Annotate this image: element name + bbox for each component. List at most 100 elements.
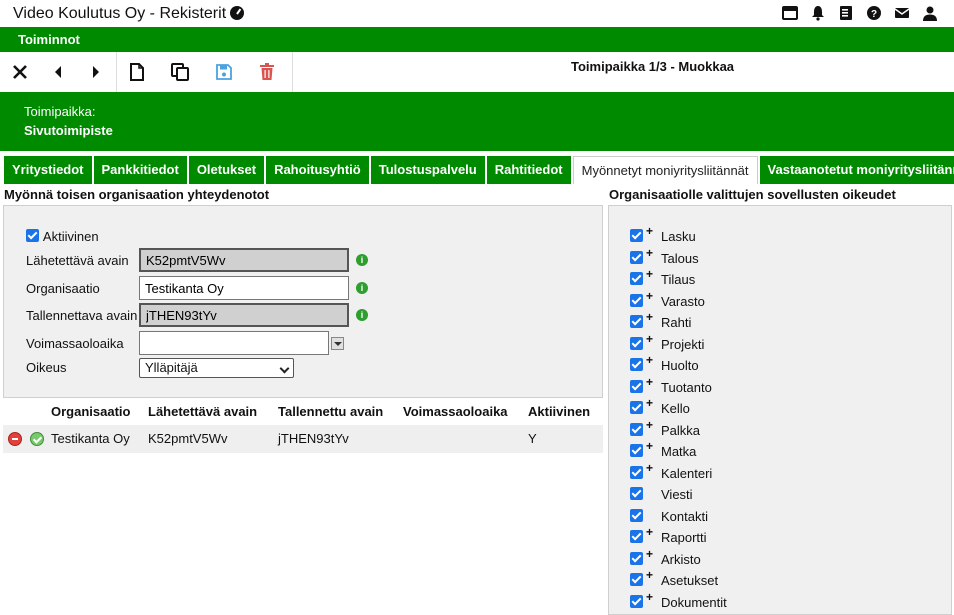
delete-button[interactable] xyxy=(251,52,283,92)
column-header[interactable]: Voimassaoloaika xyxy=(403,404,508,419)
organisation-field[interactable] xyxy=(139,276,349,300)
send-key-label: Lähetettävä avain xyxy=(26,253,129,268)
send-key-info-icon[interactable]: i xyxy=(356,254,368,266)
right-item-raportti[interactable]: + Raportti xyxy=(630,525,830,546)
right-item-lasku[interactable]: + Lasku xyxy=(630,224,830,245)
right-label: Dokumentit xyxy=(661,594,727,610)
plus-icon[interactable]: + xyxy=(646,568,653,582)
previous-button[interactable] xyxy=(42,52,74,92)
plus-icon[interactable]: + xyxy=(646,375,653,389)
close-button[interactable] xyxy=(4,52,36,92)
right-checkbox[interactable] xyxy=(630,250,643,264)
tab-vastaanotetut-moniyritysliitannat[interactable]: Vastaanotetut moniyritysliitännät xyxy=(759,156,954,184)
active-checkbox-box[interactable] xyxy=(26,229,39,242)
tab-pankkitiedot[interactable]: Pankkitiedot xyxy=(93,156,187,184)
tab-rahtitiedot[interactable]: Rahtitiedot xyxy=(486,156,571,184)
right-checkbox[interactable] xyxy=(630,594,643,608)
bell-icon[interactable] xyxy=(810,5,826,21)
right-checkbox[interactable] xyxy=(630,358,643,371)
window-icon[interactable] xyxy=(782,5,798,21)
plus-icon[interactable]: + xyxy=(646,224,653,238)
right-item-asetukset[interactable]: + Asetukset xyxy=(630,568,830,589)
plus-icon[interactable]: + xyxy=(646,461,653,475)
right-checkbox[interactable] xyxy=(630,379,643,393)
plus-icon[interactable]: + xyxy=(646,439,653,453)
tab-tulostuspalvelu[interactable]: Tulostuspalvelu xyxy=(370,156,485,184)
right-select[interactable]: Ylläpitäjä xyxy=(139,358,294,378)
right-item-viesti[interactable]: Viesti xyxy=(630,485,830,503)
right-item-palkka[interactable]: + Palkka xyxy=(630,418,830,439)
right-item-projekti[interactable]: + Projekti xyxy=(630,332,830,353)
mail-icon[interactable] xyxy=(894,5,910,21)
right-checkbox[interactable] xyxy=(630,293,643,307)
right-item-dokumentit[interactable]: + Dokumentit xyxy=(630,590,830,611)
previous-icon xyxy=(55,66,61,78)
plus-icon[interactable]: + xyxy=(646,332,653,346)
plus-icon[interactable]: + xyxy=(646,396,653,410)
right-checkbox[interactable] xyxy=(630,551,643,565)
right-item-talous[interactable]: + Talous xyxy=(630,246,830,267)
column-header[interactable]: Lähetettävä avain xyxy=(148,404,257,419)
plus-icon[interactable]: + xyxy=(646,310,653,324)
plus-icon[interactable]: + xyxy=(646,353,653,367)
right-checkbox[interactable] xyxy=(630,573,643,586)
validity-dropdown-button[interactable] xyxy=(331,337,344,350)
remove-icon[interactable] xyxy=(8,432,22,446)
top-icons: ? xyxy=(782,5,938,21)
right-checkbox[interactable] xyxy=(630,508,643,522)
plus-icon[interactable]: + xyxy=(646,267,653,281)
send-key-field[interactable] xyxy=(139,248,349,272)
right-checkbox[interactable] xyxy=(630,487,643,500)
plus-icon[interactable]: + xyxy=(646,289,653,303)
plus-icon[interactable]: + xyxy=(646,590,653,604)
tab-oletukset[interactable]: Oletukset xyxy=(188,156,265,184)
right-checkbox[interactable] xyxy=(630,336,643,350)
right-item-kello[interactable]: + Kello xyxy=(630,396,830,417)
save-button[interactable] xyxy=(208,52,240,92)
right-item-varasto[interactable]: + Varasto xyxy=(630,289,830,310)
plus-icon[interactable]: + xyxy=(646,246,653,260)
tab-rahoitusyhtio[interactable]: Rahoitusyhtiö xyxy=(266,156,369,184)
new-button[interactable] xyxy=(121,52,153,92)
plus-icon[interactable]: + xyxy=(646,525,653,539)
right-item-matka[interactable]: + Matka xyxy=(630,439,830,460)
right-item-arkisto[interactable]: + Arkisto xyxy=(630,547,830,568)
right-checkbox[interactable] xyxy=(630,422,643,436)
column-header[interactable]: Aktiivinen xyxy=(528,404,590,419)
accept-icon[interactable] xyxy=(30,432,44,446)
store-key-info-icon[interactable]: i xyxy=(356,309,368,321)
right-checkbox[interactable] xyxy=(630,229,643,242)
column-header[interactable]: Tallennettu avain xyxy=(278,404,383,419)
user-icon[interactable] xyxy=(922,5,938,21)
table-row[interactable]: Testikanta Oy K52pmtV5Wv jTHEN93tYv Y xyxy=(3,425,603,453)
right-item-huolto[interactable]: + Huolto xyxy=(630,353,830,374)
menu-bar: Toiminnot xyxy=(0,27,954,52)
right-item-tilaus[interactable]: + Tilaus xyxy=(630,267,830,288)
right-checkbox[interactable] xyxy=(630,401,643,414)
right-item-kalenteri[interactable]: + Kalenteri xyxy=(630,461,830,482)
book-icon[interactable] xyxy=(838,5,854,21)
right-label: Tuotanto xyxy=(661,379,712,395)
tab-yritystiedot[interactable]: Yritystiedot xyxy=(4,156,92,184)
tab-myonnetyt-moniyritysliitannat[interactable]: Myönnetyt moniyritysliitännät xyxy=(572,156,758,184)
right-checkbox[interactable] xyxy=(630,444,643,457)
column-header[interactable]: Organisaatio xyxy=(51,404,130,419)
right-item-tuotanto[interactable]: + Tuotanto xyxy=(630,375,830,396)
right-checkbox[interactable] xyxy=(630,272,643,285)
store-key-field[interactable] xyxy=(139,303,349,327)
organisation-info-icon[interactable]: i xyxy=(356,282,368,294)
menu-toiminnot[interactable]: Toiminnot xyxy=(18,32,80,47)
validity-field[interactable] xyxy=(139,331,329,355)
next-button[interactable] xyxy=(80,52,112,92)
right-item-kontakti[interactable]: Kontakti xyxy=(630,507,830,525)
right-checkbox[interactable] xyxy=(630,530,643,543)
right-checkbox[interactable] xyxy=(630,465,643,479)
help-icon[interactable]: ? xyxy=(866,5,882,21)
active-checkbox[interactable]: Aktiivinen xyxy=(26,229,99,245)
right-item-rahti[interactable]: + Rahti xyxy=(630,310,830,331)
right-checkbox[interactable] xyxy=(630,315,643,328)
plus-icon[interactable]: + xyxy=(646,547,653,561)
gauge-icon[interactable] xyxy=(230,6,244,20)
copy-button[interactable] xyxy=(164,52,196,92)
plus-icon[interactable]: + xyxy=(646,418,653,432)
